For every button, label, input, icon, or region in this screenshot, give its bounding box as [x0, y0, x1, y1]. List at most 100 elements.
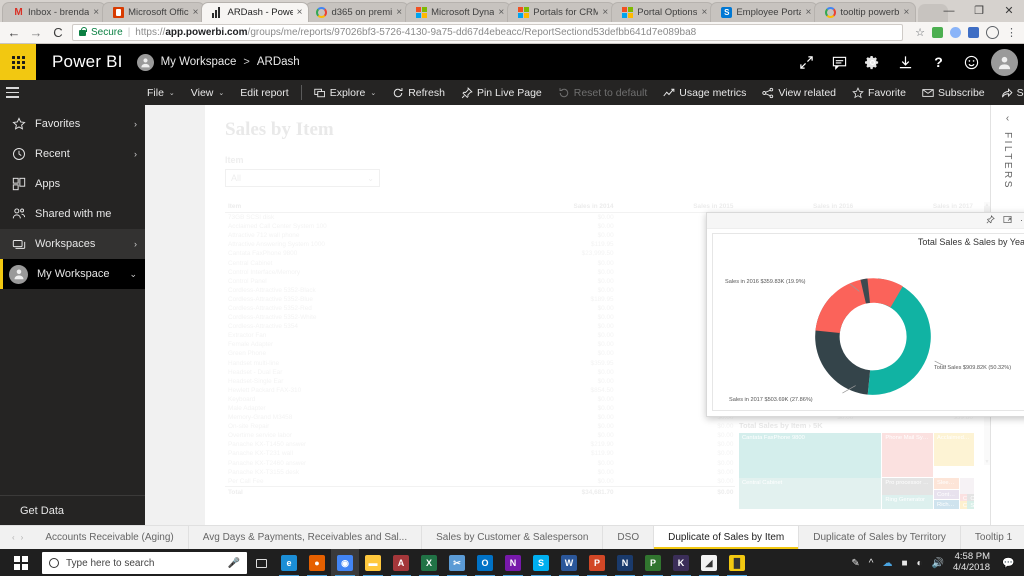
usage-metrics-button[interactable]: Usage metrics [655, 80, 754, 105]
file-menu-button[interactable]: File ⌄ [139, 80, 183, 105]
column-header-item[interactable]: Item [225, 202, 497, 213]
get-data-button[interactable]: Get Data [0, 495, 145, 527]
sidebar-item-shared-with-me[interactable]: Shared with me [0, 199, 145, 229]
volume-icon[interactable]: 🔊 [932, 558, 944, 569]
column-header-sales-2016[interactable]: Sales in 2016 [736, 202, 857, 213]
chevron-up-icon[interactable]: ^ [869, 558, 874, 569]
expand-icon[interactable] [790, 44, 823, 80]
task-view-button[interactable] [247, 558, 275, 568]
project-icon[interactable]: P [639, 549, 667, 576]
pin-live-page-button[interactable]: Pin Live Page [453, 80, 550, 105]
url-input[interactable]: Secure | https://app.powerbi.com/groups/… [72, 24, 904, 41]
close-icon[interactable]: × [498, 7, 504, 18]
visio-icon[interactable]: K [667, 549, 695, 576]
skype-icon[interactable]: S [527, 549, 555, 576]
column-header-sales-2014[interactable]: Sales in 2014 [496, 202, 617, 213]
chevron-left-icon[interactable]: ‹ [1006, 113, 1009, 124]
page-tab-dso[interactable]: DSO [603, 526, 655, 549]
microphone-icon[interactable]: 🎤 [228, 558, 240, 569]
start-button[interactable] [0, 549, 42, 576]
browser-tab[interactable]: d365 on premi × [305, 2, 410, 22]
feedback-icon[interactable] [955, 44, 988, 80]
bookmark-star-icon[interactable]: ☆ [915, 26, 925, 39]
view-menu-button[interactable]: View ⌄ [183, 80, 232, 105]
treemap-cell[interactable]: Ring Generator [882, 494, 933, 509]
back-button[interactable]: ← [6, 26, 22, 39]
browser-tab[interactable]: Microsoft Offic × [102, 2, 206, 22]
search-input[interactable]: Type here to search 🎤 [42, 552, 247, 574]
browser-tab-active[interactable]: ARDash - Powe × [201, 2, 310, 22]
sidebar-item-workspaces[interactable]: Workspaces › [0, 229, 145, 259]
gear-icon[interactable] [856, 44, 889, 80]
snip-icon[interactable]: ✂ [443, 549, 471, 576]
comment-icon[interactable] [823, 44, 856, 80]
app-launcher-button[interactable] [0, 44, 36, 80]
share-button[interactable]: Share [993, 80, 1024, 105]
action-center-icon[interactable]: 💬 [1002, 558, 1018, 569]
view-related-button[interactable]: View related [754, 80, 844, 105]
favorite-button[interactable]: Favorite [844, 80, 914, 105]
sidebar-item-recent[interactable]: Recent › [0, 139, 145, 169]
dynamics-icon[interactable]: N [611, 549, 639, 576]
treemap-cell[interactable]: Acclaimed Cal... [934, 433, 974, 466]
subscribe-button[interactable]: Subscribe [914, 80, 993, 105]
focus-mode-icon[interactable] [1003, 215, 1012, 227]
maximize-button[interactable]: ❐ [964, 0, 994, 22]
item-slicer[interactable]: Item All ⌄ [225, 155, 380, 187]
chrome-icon[interactable]: ◉ [331, 549, 359, 576]
tooltip-popup-visual[interactable]: ··· Total Sales & Sales by Year [706, 212, 1024, 417]
treemap-cell[interactable]: Cont... [959, 494, 967, 501]
breadcrumb-workspace[interactable]: My Workspace [161, 56, 237, 68]
treemap-cell[interactable]: Cord... [959, 501, 967, 509]
close-icon[interactable]: × [297, 7, 303, 18]
download-icon[interactable] [889, 44, 922, 80]
page-tab-duplicate-of-sales-by-item[interactable]: Duplicate of Sales by Item [654, 526, 800, 549]
extension-icon[interactable] [932, 27, 943, 38]
clock[interactable]: 4:58 PM 4/4/2018 [953, 551, 993, 574]
reset-to-default-button[interactable]: Reset to default [550, 80, 656, 105]
sidebar-item-favorites[interactable]: Favorites › [0, 109, 145, 139]
close-icon[interactable]: × [903, 7, 909, 18]
browser-tab[interactable]: M Inbox - brenda × [2, 2, 107, 22]
word-icon[interactable]: W [555, 549, 583, 576]
browser-tab[interactable]: Portal Options × [611, 2, 715, 22]
treemap-cell[interactable]: Sta... [967, 501, 974, 509]
wifi-icon[interactable]: ◐ [917, 558, 923, 569]
browser-tab[interactable]: Portals for CRM × [507, 2, 616, 22]
sidebar-item-my-workspace[interactable]: My Workspace ⌄ [0, 259, 145, 289]
treemap-cell[interactable]: Sleek UX-... [934, 477, 959, 490]
slicer-dropdown[interactable]: All ⌄ [225, 169, 380, 187]
extension-icon[interactable] [950, 27, 961, 38]
page-tabs-prev-button[interactable]: ‹ [12, 533, 15, 542]
browser-menu-icon[interactable]: ⋮ [1006, 26, 1018, 39]
explore-button[interactable]: Explore ⌄ [306, 80, 384, 105]
access-icon[interactable]: A [387, 549, 415, 576]
page-tab-accounts-receivable-aging[interactable]: Accounts Receivable (Aging) [31, 526, 189, 549]
treemap-visual[interactable]: Total Sales by Item › 5K Cantata FaxPhon… [735, 419, 976, 513]
extension-icon[interactable] [968, 27, 979, 38]
close-window-button[interactable]: ✕ [994, 0, 1024, 22]
close-icon[interactable]: × [93, 7, 99, 18]
edit-report-button[interactable]: Edit report [232, 80, 296, 105]
treemap-cell[interactable] [959, 477, 974, 494]
onenote-icon[interactable]: N [499, 549, 527, 576]
browser-tab[interactable]: Microsoft Dyna × [405, 2, 512, 22]
pen-icon[interactable]: ✎ [851, 558, 859, 569]
page-tabs-next-button[interactable]: › [21, 533, 24, 542]
onedrive-icon[interactable]: ☁ [882, 558, 892, 569]
close-icon[interactable]: × [396, 7, 402, 18]
minimize-button[interactable]: — [934, 0, 964, 22]
more-options-icon[interactable]: ··· [1020, 216, 1024, 225]
column-header-sales-2015[interactable]: Sales in 2015 [616, 202, 737, 213]
excel-icon[interactable]: X [415, 549, 443, 576]
treemap-cell[interactable]: Cor... [967, 494, 974, 501]
close-icon[interactable]: × [805, 7, 811, 18]
column-header-sales-2017[interactable]: Sales in 2017 [856, 202, 976, 213]
nav-toggle-button[interactable] [6, 80, 19, 105]
reload-button[interactable]: C [50, 26, 66, 39]
powerbi-logo[interactable]: Power BI [36, 52, 137, 72]
user-avatar[interactable] [991, 48, 1018, 76]
close-icon[interactable]: × [701, 7, 707, 18]
treemap-cell[interactable]: Control P... [934, 489, 959, 500]
page-tab-avg-days-payments[interactable]: Avg Days & Payments, Receivables and Sal… [188, 526, 423, 549]
